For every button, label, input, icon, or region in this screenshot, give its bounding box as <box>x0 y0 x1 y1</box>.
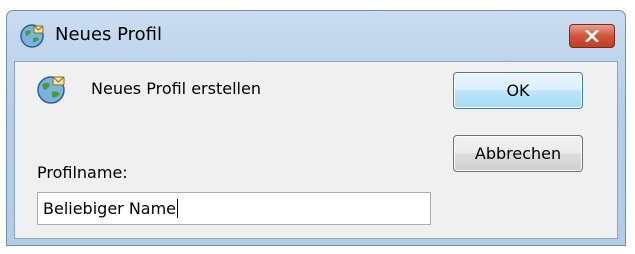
profile-name-value: Beliebiger Name <box>43 199 177 218</box>
profile-name-label: Profilname: <box>37 163 128 182</box>
title-bar: Neues Profil <box>7 11 625 61</box>
dialog-heading: Neues Profil erstellen <box>91 79 261 98</box>
cancel-button[interactable]: Abbrechen <box>453 135 583 172</box>
dialog-window: Neues Profil Neues Profil erstellen OK A… <box>6 10 626 246</box>
mail-globe-icon <box>35 74 67 106</box>
close-icon <box>585 30 599 42</box>
ok-button[interactable]: OK <box>453 72 583 109</box>
window-title: Neues Profil <box>55 24 163 45</box>
dialog-body: Neues Profil erstellen OK Abbrechen Prof… <box>14 61 618 239</box>
profile-name-input[interactable]: Beliebiger Name <box>37 192 431 225</box>
mail-globe-icon <box>19 23 45 49</box>
text-caret <box>177 199 179 218</box>
close-button[interactable] <box>569 24 615 48</box>
